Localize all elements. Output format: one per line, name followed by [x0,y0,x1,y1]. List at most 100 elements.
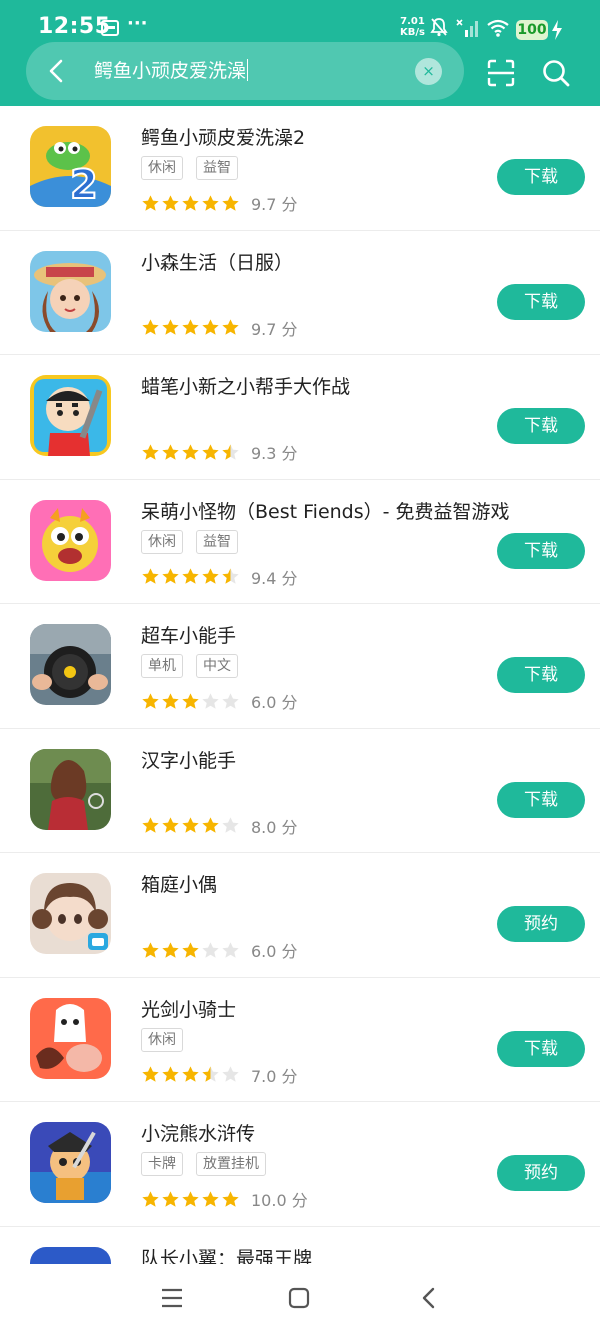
app-tag: 益智 [196,156,238,180]
app-list-item[interactable]: 超车小能手 单机 中文 6.0 分 下载 [0,604,600,729]
app-tag: 卡牌 [141,1152,183,1176]
app-list-item[interactable]: 汉字小能手 8.0 分 下载 [0,729,600,853]
app-score: 7.0 分 [251,1066,298,1086]
app-name[interactable]: 光剑小骑士 [141,995,236,1022]
app-list-item[interactable]: 队长小翼：最强王牌 [0,1227,600,1265]
back-nav-icon[interactable] [418,1286,440,1310]
app-list-item[interactable]: 呆萌小怪物（Best Fiends）- 免费益智游戏 休闲 益智 9.4 分 下载 [0,480,600,604]
star-full-icon [202,443,219,460]
app-score: 9.7 分 [251,319,298,339]
steering-wheel-icon[interactable] [30,624,111,705]
star-full-icon [162,1190,179,1207]
app-name[interactable]: 呆萌小怪物（Best Fiends）- 免费益智游戏 [141,497,510,524]
app-rating: 9.7 分 [141,191,298,215]
text-caret [247,59,249,81]
app-name[interactable]: 汉字小能手 [141,746,236,773]
ghost-knight-icon[interactable] [30,997,111,1079]
download-button[interactable]: 下载 [497,1030,585,1067]
app-list-item[interactable]: 小浣熊水浒传 卡牌 放置挂机 10.0 分 预约 [0,1102,600,1227]
search-results-list: 2 鳄鱼小顽皮爱洗澡2 休闲 益智 9.7 分下载 小森生活（日服） 9.7 分下载 蜡笔小新… [0,106,600,1264]
more-notifications-icon: ··· [127,13,148,34]
star-full-icon [162,319,179,335]
star-half-icon [202,1066,219,1082]
home-icon[interactable] [287,1286,311,1310]
star-full-icon [162,443,179,460]
charging-icon [552,20,562,40]
soccer-player-icon[interactable] [30,1246,111,1265]
download-button[interactable]: 下载 [497,283,585,320]
app-name[interactable]: 小森生活（日服） [141,248,293,275]
app-name[interactable]: 超车小能手 [141,621,236,648]
doll-girl-icon[interactable] [30,873,111,954]
app-tag: 中文 [196,654,238,678]
star-full-icon [202,817,219,833]
star-full-icon [162,568,179,584]
app-name[interactable]: 鳄鱼小顽皮爱洗澡2 [141,123,305,150]
app-rating: 10.0 分 [141,1187,308,1211]
app-tag: 休闲 [141,156,183,180]
star-full-icon [162,1066,179,1082]
crayon-shin-chan-icon[interactable] [30,375,111,456]
app-list-item[interactable]: 蜡笔小新之小帮手大作战 9.3 分 下载 [0,355,600,480]
app-rating: 9.3 分 [141,440,298,464]
app-rating: 9.7 分 [141,316,298,340]
star-full-icon [142,568,159,584]
status-time: 12:55 [38,14,111,39]
star-full-icon [222,319,239,335]
app-tags: 卡牌 放置挂机 [141,1152,266,1176]
app-rating: 6.0 分 [141,938,298,962]
app-name[interactable]: 箱庭小偶 [141,870,217,897]
reserve-button[interactable]: 预约 [497,1155,585,1191]
app-list-item[interactable]: 箱庭小偶 6.0 分 预约 [0,853,600,978]
app-score: 9.3 分 [251,444,298,463]
scan-icon[interactable] [486,58,516,88]
star-full-icon [202,1190,219,1207]
star-full-icon [162,692,179,709]
girl-straw-hat-icon[interactable] [30,250,111,332]
system-navigation-bar [0,1264,600,1333]
back-icon[interactable] [44,56,70,86]
search-input[interactable]: 鳄鱼小顽皮爱洗澡 [94,58,249,84]
signal-icon [456,19,478,37]
star-full-icon [202,319,219,335]
app-list-item[interactable]: 光剑小骑士休闲 7.0 分 下载 [0,978,600,1102]
reserve-button[interactable]: 预约 [497,906,585,942]
star-full-icon [182,941,199,958]
search-icon[interactable] [541,58,571,88]
star-half-icon [222,568,239,584]
star-full-icon [162,817,179,833]
star-full-icon [142,319,159,335]
star-half-icon [222,443,239,460]
woman-red-dress-icon[interactable] [30,748,111,830]
download-button[interactable]: 下载 [497,781,585,818]
app-list-item[interactable]: 2 鳄鱼小顽皮爱洗澡2 休闲 益智 9.7 分 下载 [0,106,600,231]
wifi-icon [487,19,509,37]
star-full-icon [142,1190,159,1207]
star-full-icon [222,1190,239,1207]
app-name[interactable]: 蜡笔小新之小帮手大作战 [141,372,350,399]
clear-search-button[interactable]: × [415,58,442,85]
search-query: 鳄鱼小顽皮爱洗澡 [94,60,247,82]
app-tags: 休闲 益智 [141,156,238,180]
app-list-item[interactable]: 小森生活（日服） 9.7 分 下载 [0,231,600,355]
app-name[interactable]: 小浣熊水浒传 [141,1119,255,1146]
menu-icon[interactable] [160,1286,184,1310]
app-score: 6.0 分 [251,942,298,961]
app-rating: 7.0 分 [141,1063,298,1087]
raccoon-warrior-icon[interactable] [30,1122,111,1203]
star-full-icon [182,568,199,584]
star-full-icon [222,194,239,211]
star-empty-icon [222,817,239,833]
app-name[interactable]: 队长小翼：最强王牌 [141,1244,312,1265]
download-button[interactable]: 下载 [497,159,585,195]
yellow-monster-icon[interactable] [30,499,111,581]
app-tag: 休闲 [141,1027,183,1052]
top-header: 12:55 ··· 7.01 KB/s 100 鳄鱼小顽皮爱洗澡 × [0,0,600,106]
download-button[interactable]: 下载 [497,408,585,444]
crocodile-2-icon[interactable]: 2 [30,126,111,207]
network-speed-unit: KB/s [400,27,425,38]
star-full-icon [182,194,199,211]
app-rating: 9.4 分 [141,565,298,589]
download-button[interactable]: 下载 [497,657,585,693]
download-button[interactable]: 下载 [497,532,585,569]
